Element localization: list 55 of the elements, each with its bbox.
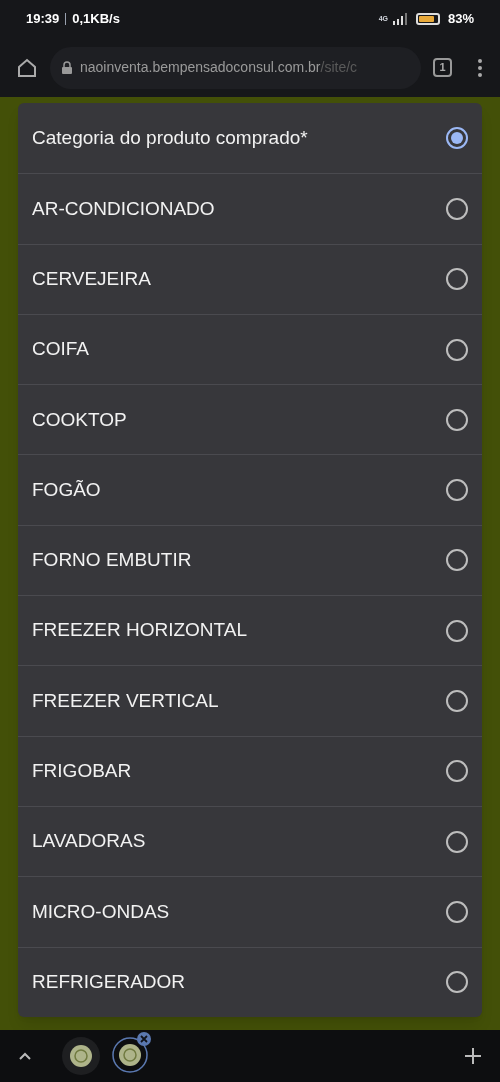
address-bar[interactable]: naoinventa.bempensadoconsul.com.br/site/c [50,46,421,89]
radio-button[interactable] [446,619,468,642]
radio-button[interactable] [446,549,468,572]
menu-icon[interactable] [476,56,484,79]
option-row[interactable]: AR-CONDICIONADO [18,173,482,244]
battery-icon [415,13,440,25]
chevron-up-icon[interactable] [18,1051,32,1061]
option-label: AR-CONDICIONADO [32,196,215,221]
option-label: FOGÃO [32,477,101,502]
option-label: MICRO-ONDAS [32,899,170,924]
radio-button[interactable] [446,197,468,220]
option-row[interactable]: FOGÃO [18,454,482,525]
radio-button[interactable] [446,127,468,150]
add-tab-icon[interactable] [464,1047,482,1065]
option-row[interactable]: COOKTOP [18,384,482,455]
radio-button[interactable] [446,268,468,291]
option-label: COIFA [32,337,89,362]
option-label: FORNO EMBUTIR [32,548,192,573]
tab-count-button[interactable]: 1 [433,58,452,77]
radio-button[interactable] [446,900,468,923]
option-row[interactable]: FREEZER VERTICAL [18,665,482,736]
option-label: FRIGOBAR [32,759,132,784]
tab-thumbnail-icon[interactable] [62,1037,100,1075]
radio-button[interactable] [446,760,468,783]
radio-button[interactable] [446,690,468,712]
network-speed: 0,1KB/s [72,10,120,29]
home-icon[interactable] [16,56,38,79]
option-row[interactable]: MICRO-ONDAS [18,876,482,947]
option-label: COOKTOP [32,407,127,432]
option-row[interactable]: COIFA [18,313,482,385]
signal-icon [391,13,408,25]
radio-button[interactable] [446,971,468,994]
option-label: CERVEJEIRA [32,267,151,291]
option-label: Categoria do produto comprado* [32,125,308,150]
lock-icon [62,61,72,74]
option-label: FREEZER VERTICAL [32,688,219,713]
url-path: /site/c [320,58,358,77]
url-host: naoinventa.bempensadoconsul.com.br [80,58,321,77]
active-tab-thumbnail-icon[interactable] [110,1031,154,1073]
radio-button[interactable] [446,479,468,502]
option-row[interactable]: Categoria do produto comprado* [18,103,482,174]
clock-time: 19:39 [26,10,60,29]
option-label: FREEZER HORIZONTAL [32,618,247,643]
option-row[interactable]: REFRIGERADOR [18,946,482,1017]
radio-button[interactable] [446,830,468,853]
option-row[interactable]: CERVEJEIRA [18,243,482,314]
radio-button[interactable] [446,338,468,361]
option-row[interactable]: FREEZER HORIZONTAL [18,595,482,666]
option-row[interactable]: FRIGOBAR [18,735,482,806]
option-row[interactable]: FORNO EMBUTIR [18,524,482,596]
battery-percent: 83% [447,10,474,29]
option-label: REFRIGERADOR [32,969,186,994]
option-row[interactable]: LAVADORAS [18,805,482,877]
option-label: LAVADORAS [32,829,146,854]
radio-button[interactable] [446,408,468,431]
